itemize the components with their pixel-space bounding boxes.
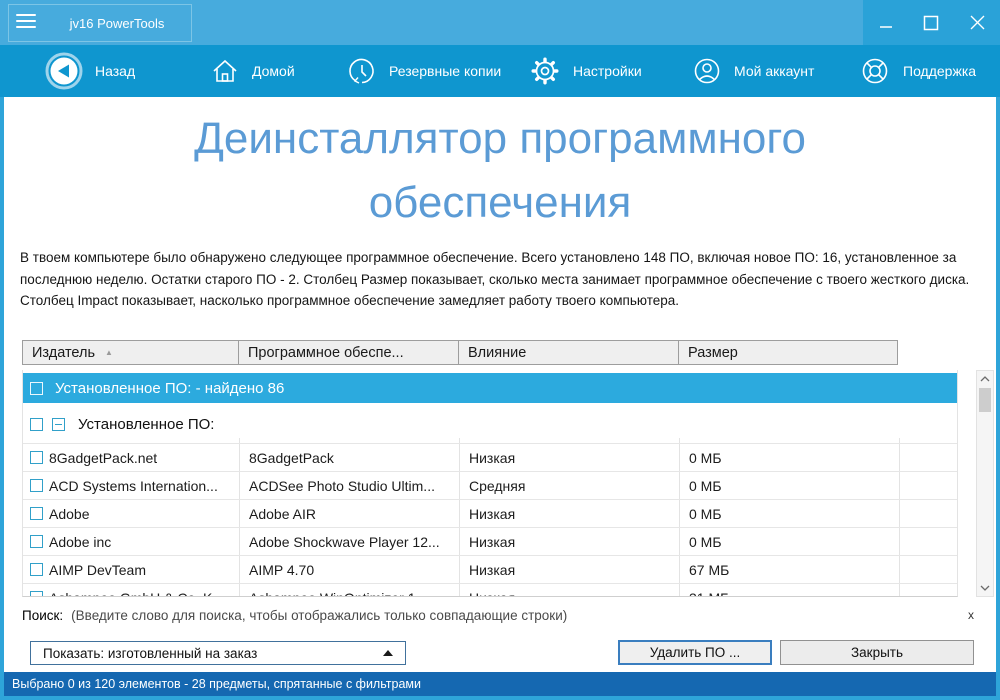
row-checkbox[interactable] <box>30 563 43 576</box>
table-body: Установленное ПО: - найдено 86 Установле… <box>22 370 958 597</box>
status-text: Выбрано 0 из 120 элементов - 28 предметы… <box>12 677 421 691</box>
description-text: В твоем компьютере было обнаружено следу… <box>20 247 984 312</box>
column-header-size[interactable]: Размер <box>679 341 899 364</box>
group-header-row[interactable]: Установленное ПО: - найдено 86 <box>23 373 957 403</box>
search-input[interactable] <box>71 608 964 623</box>
search-row: Поиск: x <box>22 603 978 627</box>
scroll-up-button[interactable] <box>977 371 993 387</box>
chevron-down-icon <box>980 585 990 591</box>
maximize-button[interactable] <box>916 8 946 38</box>
backup-history-icon <box>347 56 377 86</box>
column-header-impact[interactable]: Влияние <box>459 341 679 364</box>
table-header: Издатель ▲ Программное обеспе... Влияние… <box>22 340 898 365</box>
subgroup-checkbox[interactable] <box>30 418 43 431</box>
subgroup-label: Установленное ПО: <box>78 416 214 433</box>
scrollbar-thumb[interactable] <box>979 388 991 412</box>
menu-icon[interactable] <box>16 14 36 30</box>
nav-back[interactable]: Назад <box>45 45 135 97</box>
window-controls <box>863 0 1000 45</box>
nav-label: Мой аккаунт <box>734 63 814 79</box>
dropdown-value: Показать: изготовленный на заказ <box>43 646 257 661</box>
row-checkbox[interactable] <box>30 591 43 597</box>
page-title-line2: обеспечения <box>4 171 996 235</box>
nav-account[interactable]: Мой аккаунт <box>692 45 814 97</box>
nav-label: Домой <box>252 63 295 79</box>
collapse-icon[interactable] <box>52 418 65 431</box>
gear-icon <box>529 55 561 87</box>
table-row[interactable]: AIMP DevTeam AIMP 4.70 Низкая 67 МБ <box>23 555 957 583</box>
group-header-label: Установленное ПО: - найдено 86 <box>55 380 284 397</box>
nav-support[interactable]: Поддержка <box>859 45 976 97</box>
maximize-icon <box>923 15 939 31</box>
search-label: Поиск: <box>22 608 63 623</box>
status-bar: Выбрано 0 из 120 элементов - 28 предметы… <box>4 672 996 696</box>
group-checkbox[interactable] <box>30 382 43 395</box>
sort-ascending-icon: ▲ <box>105 348 113 357</box>
chevron-up-icon <box>980 376 990 382</box>
nav-settings[interactable]: Настройки <box>529 45 642 97</box>
subgroup-header-row[interactable]: Установленное ПО: <box>23 410 957 438</box>
titlebar: jv16 PowerTools <box>0 0 1000 45</box>
page-title: Деинсталлятор программного обеспечения <box>4 107 996 235</box>
nav-home[interactable]: Домой <box>210 45 295 97</box>
close-dialog-button[interactable]: Закрыть <box>780 640 974 665</box>
app-window: jv16 PowerTools Назад <box>0 0 1000 700</box>
row-checkbox[interactable] <box>30 451 43 464</box>
lifebuoy-icon <box>859 55 891 87</box>
user-icon <box>692 56 722 86</box>
navbar: Назад Домой Резервные копии <box>0 45 1000 97</box>
row-checkbox[interactable] <box>30 479 43 492</box>
row-checkbox[interactable] <box>30 507 43 520</box>
nav-label: Назад <box>95 63 135 79</box>
show-filter-dropdown[interactable]: Показать: изготовленный на заказ <box>30 641 406 665</box>
row-checkbox[interactable] <box>30 535 43 548</box>
page-title-line1: Деинсталлятор программного <box>4 107 996 171</box>
clear-search-icon[interactable]: x <box>964 608 978 622</box>
table-row[interactable]: 8GadgetPack.net 8GadgetPack Низкая 0 МБ <box>23 443 957 471</box>
minimize-button[interactable] <box>871 8 901 38</box>
uninstall-button[interactable]: Удалить ПО ... <box>618 640 772 665</box>
close-button[interactable] <box>962 8 992 38</box>
table-row[interactable]: Adobe inc Adobe Shockwave Player 12... Н… <box>23 527 957 555</box>
app-title: jv16 PowerTools <box>70 16 165 31</box>
nav-label: Поддержка <box>903 63 976 79</box>
table-row[interactable]: Ashampoo GmbH & Co. K... Ashampoo WinOpt… <box>23 583 957 597</box>
main-content: Деинсталлятор программного обеспечения В… <box>4 97 996 672</box>
scroll-down-button[interactable] <box>977 580 993 596</box>
nav-label: Настройки <box>573 63 642 79</box>
minimize-icon <box>879 16 893 30</box>
triangle-up-icon <box>383 650 393 656</box>
close-icon <box>970 15 985 30</box>
nav-backups[interactable]: Резервные копии <box>347 45 501 97</box>
table-row[interactable]: Adobe Adobe AIR Низкая 0 МБ <box>23 499 957 527</box>
vertical-scrollbar[interactable] <box>976 370 994 597</box>
back-icon <box>45 52 83 90</box>
table-row[interactable]: ACD Systems Internation... ACDSee Photo … <box>23 471 957 499</box>
column-header-software[interactable]: Программное обеспе... <box>239 341 459 364</box>
nav-label: Резервные копии <box>389 63 501 79</box>
home-icon <box>210 56 240 86</box>
column-header-publisher[interactable]: Издатель ▲ <box>23 341 239 364</box>
